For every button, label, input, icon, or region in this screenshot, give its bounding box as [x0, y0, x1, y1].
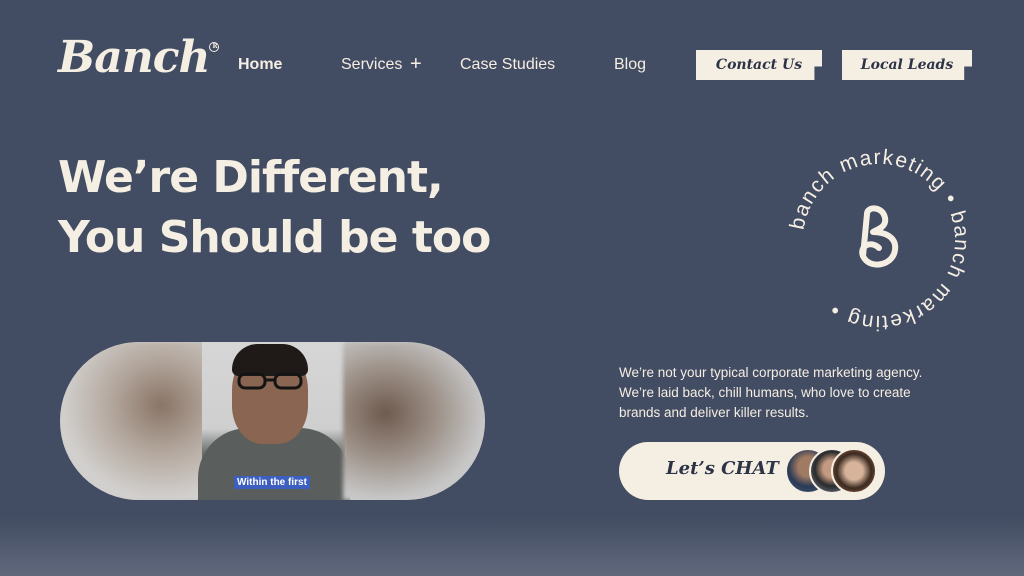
lets-chat-button[interactable]: Let’s CHAT [619, 442, 885, 500]
banch-marketing-badge: banch marketing • banch marketing • [787, 148, 971, 332]
hero-title-line-1: We’re Different, [58, 152, 444, 203]
bottom-fade [0, 516, 1024, 576]
video-blur-left [60, 342, 205, 500]
intro-line-3: brands and deliver killer results. [619, 405, 809, 420]
hero-title: We’re Different, You Should be too [58, 148, 491, 268]
nav-case-studies[interactable]: Case Studies [460, 56, 555, 74]
badge-ring-text: banch marketing • banch marketing • [787, 148, 971, 332]
hero-title-line-2: You Should be too [58, 212, 491, 263]
services-plus-icon[interactable]: + [410, 53, 422, 76]
nav-blog[interactable]: Blog [614, 56, 646, 74]
contact-us-button[interactable]: Contact Us [696, 50, 822, 80]
registered-mark-icon: R [209, 42, 220, 52]
badge-monogram-icon [859, 205, 899, 268]
local-leads-button[interactable]: Local Leads [842, 50, 972, 80]
intro-line-2: We’re laid back, chill humans, who love … [619, 385, 911, 400]
video-caption: Within the first [234, 476, 310, 489]
intro-line-1: We’re not your typical corporate marketi… [619, 365, 923, 380]
nav-home[interactable]: Home [238, 56, 282, 74]
lets-chat-label: Let’s CHAT [666, 458, 779, 479]
local-leads-label: Local Leads [860, 57, 954, 73]
team-avatar-3 [831, 448, 877, 494]
brand-logo[interactable]: Banch R [58, 36, 220, 80]
glasses-icon [237, 372, 303, 390]
intro-text: We’re not your typical corporate marketi… [619, 363, 959, 423]
contact-us-label: Contact Us [715, 57, 803, 73]
nav-services[interactable]: Services [341, 56, 402, 74]
logo-text: Banch [58, 32, 210, 83]
video-blur-right [343, 342, 485, 500]
